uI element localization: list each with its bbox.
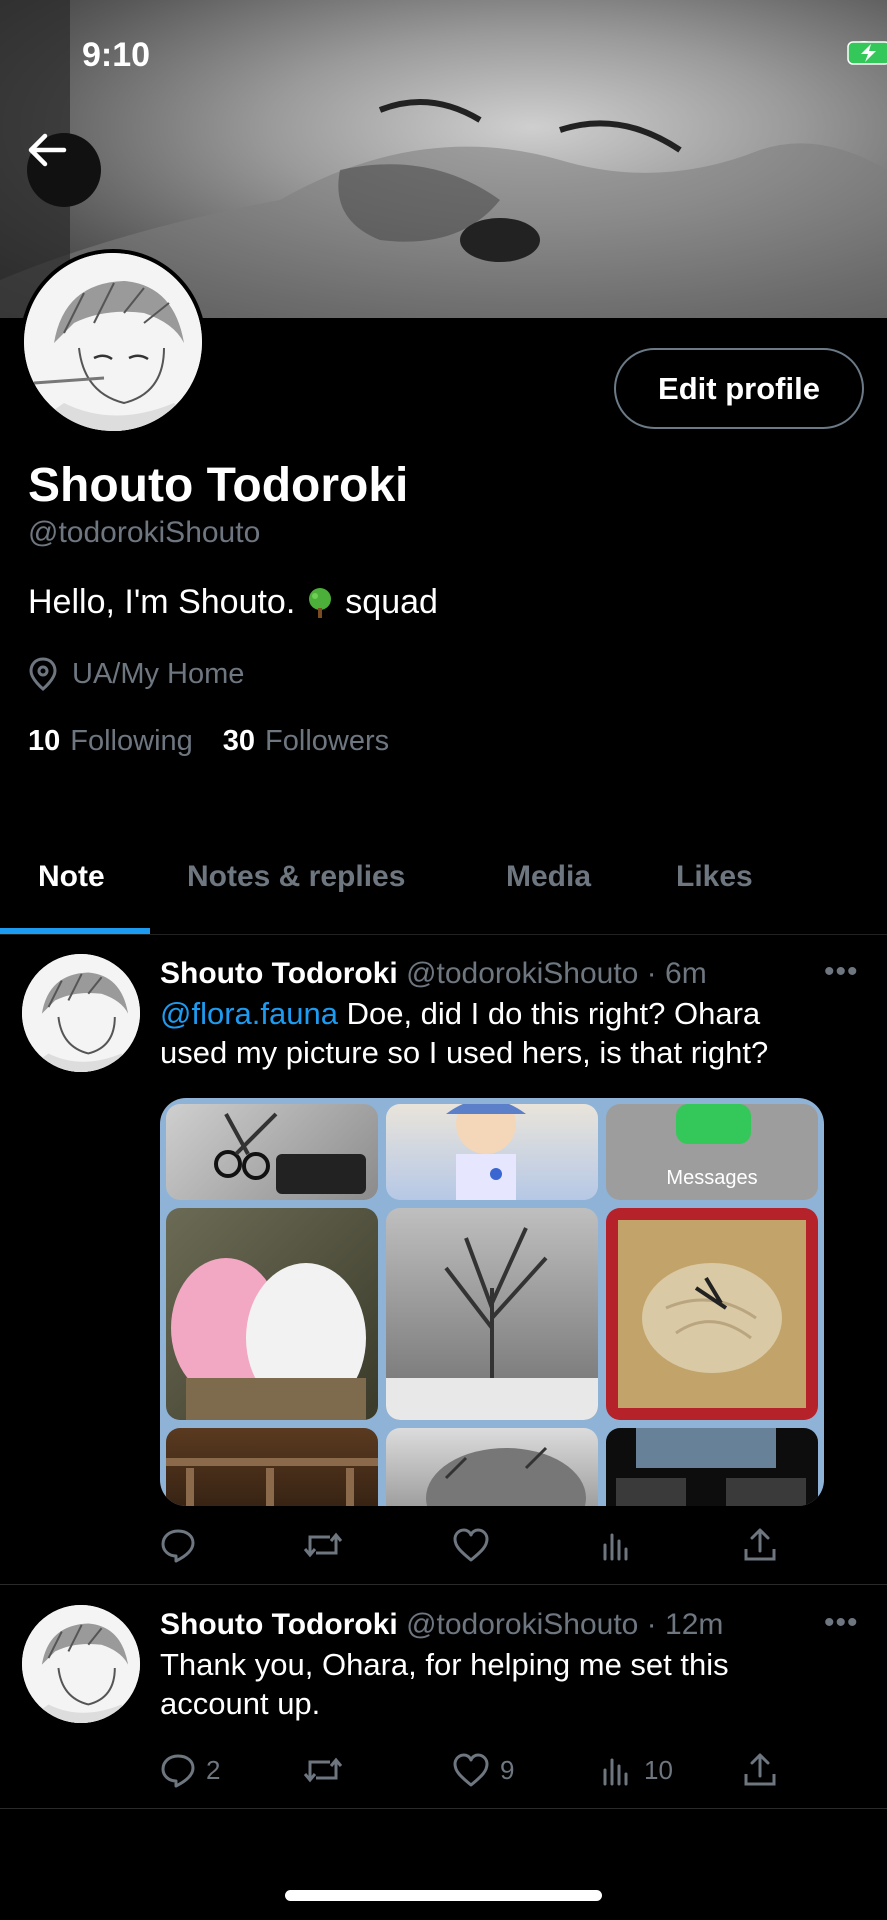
views-chart-icon bbox=[603, 1533, 628, 1561]
followers-label: Followers bbox=[265, 725, 390, 757]
note-avatar[interactable] bbox=[22, 954, 140, 1072]
profile-location: UA/My Home bbox=[28, 657, 244, 691]
profile-bio: Hello, I'm Shouto. squad bbox=[28, 583, 438, 622]
share-button[interactable] bbox=[743, 1752, 777, 1788]
note-header: Shouto Todoroki @todorokiShouto · 12m bbox=[160, 1608, 723, 1642]
heart-icon bbox=[453, 1753, 489, 1787]
reply-button[interactable] bbox=[160, 1527, 206, 1563]
note-meta: @todorokiShouto · 6m bbox=[406, 957, 707, 990]
location-text: UA/My Home bbox=[72, 657, 245, 690]
note-media-image[interactable]: Messages bbox=[160, 1098, 824, 1506]
media-cell-screen bbox=[606, 1428, 818, 1506]
reply-icon bbox=[161, 1754, 195, 1788]
media-cell-shaved-ice bbox=[166, 1208, 378, 1420]
views-chart-icon bbox=[603, 1758, 628, 1786]
followers-link[interactable]: 30 Followers bbox=[223, 725, 389, 758]
note-header: Shouto Todoroki @todorokiShouto · 6m bbox=[160, 957, 707, 991]
more-options-button[interactable]: ••• bbox=[824, 955, 859, 989]
renote-icon bbox=[303, 1757, 343, 1783]
note-text: Thank you, Ohara, for helping me set thi… bbox=[160, 1645, 850, 1723]
share-icon bbox=[744, 1528, 776, 1561]
messages-label: Messages bbox=[666, 1167, 758, 1189]
note-text-line1: Doe, did I do this right? Ohara bbox=[337, 996, 761, 1031]
note-author[interactable]: Shouto Todoroki bbox=[160, 1608, 398, 1641]
following-count: 10 bbox=[28, 725, 61, 757]
media-cell-scissors bbox=[166, 1104, 378, 1200]
note-divider bbox=[0, 1808, 887, 1809]
note-text: @flora.fauna Doe, did I do this right? O… bbox=[160, 994, 850, 1072]
note-meta: @todorokiShouto · 12m bbox=[406, 1608, 724, 1641]
heart-icon bbox=[453, 1528, 489, 1562]
media-cell-snow-leopard bbox=[386, 1428, 598, 1506]
share-button[interactable] bbox=[743, 1527, 777, 1563]
tab-likes[interactable]: Likes bbox=[676, 860, 753, 894]
media-cell-character-art bbox=[386, 1104, 598, 1200]
battery-charging-icon bbox=[847, 41, 887, 65]
views-button[interactable] bbox=[600, 1527, 644, 1563]
profile-tabs: Note Notes & replies Media Likes bbox=[0, 840, 887, 936]
media-cell-soba bbox=[606, 1208, 818, 1420]
views-count: 10 bbox=[644, 1754, 673, 1785]
renote-button[interactable] bbox=[302, 1752, 354, 1788]
home-indicator[interactable] bbox=[285, 1890, 602, 1901]
bio-squad-text: squad bbox=[345, 583, 438, 621]
share-icon bbox=[744, 1753, 776, 1786]
status-time: 9:10 bbox=[82, 36, 151, 74]
like-button[interactable]: 9 bbox=[452, 1752, 514, 1788]
tab-media[interactable]: Media bbox=[506, 860, 591, 894]
note-text-line2: account up. bbox=[160, 1686, 321, 1721]
back-button[interactable] bbox=[27, 133, 101, 207]
media-cell-snowy-park bbox=[386, 1208, 598, 1420]
tab-notes-replies[interactable]: Notes & replies bbox=[187, 860, 405, 894]
media-cell-interior bbox=[166, 1428, 378, 1506]
reply-count: 2 bbox=[206, 1754, 221, 1785]
note-author[interactable]: Shouto Todoroki bbox=[160, 957, 398, 990]
media-cell-messages: Messages bbox=[606, 1104, 818, 1200]
reply-icon bbox=[161, 1529, 195, 1563]
reply-button[interactable]: 2 bbox=[160, 1752, 220, 1788]
following-label: Following bbox=[70, 725, 193, 757]
note-text-line2: used my picture so I used hers, is that … bbox=[160, 1035, 769, 1070]
tree-emoji-icon bbox=[309, 587, 332, 618]
profile-name: Shouto Todoroki bbox=[28, 459, 409, 512]
arrow-left-icon bbox=[28, 133, 67, 167]
renote-button[interactable] bbox=[302, 1527, 354, 1563]
edit-profile-button[interactable]: Edit profile bbox=[614, 348, 864, 429]
renote-icon bbox=[303, 1532, 343, 1558]
profile-handle: @todorokiShouto bbox=[28, 516, 261, 549]
more-options-button[interactable]: ••• bbox=[824, 1606, 859, 1640]
profile-stats: 10 Following 30 Followers bbox=[28, 725, 389, 758]
note-avatar[interactable] bbox=[22, 1605, 140, 1723]
location-pin-icon bbox=[29, 657, 57, 691]
like-count: 9 bbox=[500, 1754, 515, 1785]
views-button[interactable]: 10 bbox=[600, 1752, 673, 1788]
tab-note[interactable]: Note bbox=[38, 860, 105, 894]
following-link[interactable]: 10 Following bbox=[28, 725, 193, 758]
note-text-line1: Thank you, Ohara, for helping me set thi… bbox=[160, 1647, 729, 1682]
note-divider bbox=[0, 1584, 887, 1585]
like-button[interactable] bbox=[452, 1527, 500, 1563]
bio-text: Hello, I'm Shouto. bbox=[28, 583, 296, 621]
profile-avatar[interactable] bbox=[20, 249, 206, 435]
followers-count: 30 bbox=[222, 725, 256, 757]
tabs-divider bbox=[0, 934, 887, 935]
mention-link[interactable]: @flora.fauna bbox=[160, 996, 338, 1031]
